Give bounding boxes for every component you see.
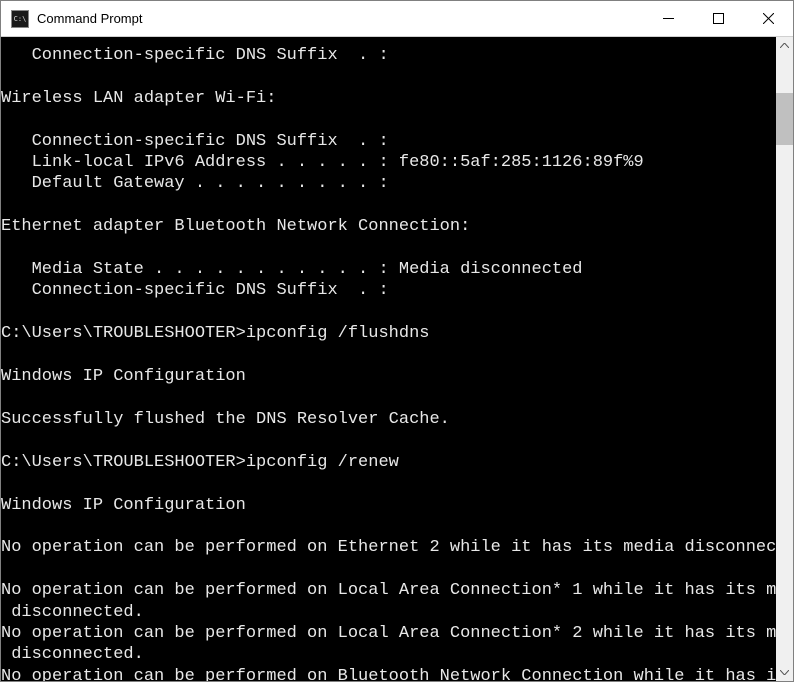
scrollbar-thumb[interactable] xyxy=(776,93,793,145)
minimize-button[interactable] xyxy=(643,1,693,37)
terminal-output[interactable]: Connection-specific DNS Suffix . : Wirel… xyxy=(1,37,776,681)
content-area: Connection-specific DNS Suffix . : Wirel… xyxy=(1,37,793,681)
maximize-button[interactable] xyxy=(693,1,743,37)
chevron-down-icon xyxy=(780,670,789,675)
close-icon xyxy=(763,13,774,24)
titlebar[interactable]: Command Prompt xyxy=(1,1,793,37)
app-icon xyxy=(11,10,29,28)
close-button[interactable] xyxy=(743,1,793,37)
minimize-icon xyxy=(663,13,674,24)
chevron-up-icon xyxy=(780,43,789,48)
maximize-icon xyxy=(713,13,724,24)
window-title: Command Prompt xyxy=(37,11,142,26)
vertical-scrollbar[interactable] xyxy=(776,37,793,681)
scroll-up-button[interactable] xyxy=(776,37,793,54)
scroll-down-button[interactable] xyxy=(776,664,793,681)
